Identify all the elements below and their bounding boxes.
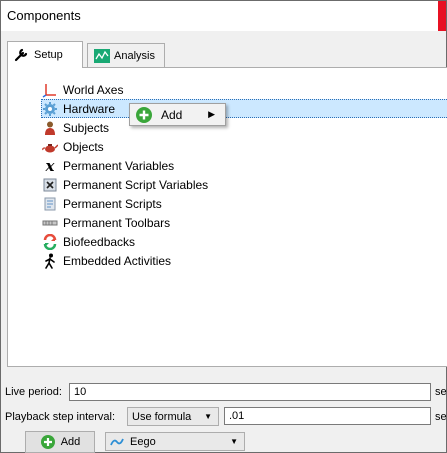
playback-mode-value: Use formula xyxy=(132,410,192,423)
live-period-input[interactable]: 10 xyxy=(69,383,431,401)
setup-panel: World Axes Hardware Subjects Objects x P… xyxy=(7,67,447,367)
playback-mode-select[interactable]: Use formula ▼ xyxy=(127,407,219,426)
tree-item-objects[interactable]: Objects xyxy=(42,137,208,156)
tree-item-label: Subjects xyxy=(63,120,110,135)
script-variable-icon xyxy=(42,177,58,193)
tab-setup[interactable]: Setup xyxy=(7,41,83,68)
chevron-down-icon: ▼ xyxy=(204,412,212,421)
live-period-label: Live period: xyxy=(5,386,62,398)
gear-icon xyxy=(42,101,58,117)
x-variable-icon: x xyxy=(45,156,55,175)
playback-step-input[interactable]: .01 xyxy=(224,407,431,425)
person-icon xyxy=(42,120,58,136)
tree-item-permanent-script-variables[interactable]: Permanent Script Variables xyxy=(42,175,208,194)
axes-icon xyxy=(42,82,58,98)
add-button[interactable]: Add xyxy=(25,431,95,453)
tree-item-label: Hardware xyxy=(63,101,116,116)
script-icon xyxy=(42,196,58,212)
chart-icon xyxy=(94,48,110,63)
submenu-arrow-icon: ▶ xyxy=(208,109,215,119)
teapot-icon xyxy=(42,139,58,155)
playback-step-label: Playback step interval: xyxy=(5,411,116,423)
tree-item-label: Embedded Activities xyxy=(63,253,172,268)
tree-item-permanent-variables[interactable]: x Permanent Variables xyxy=(42,156,208,175)
playback-step-unit: se xyxy=(435,411,447,423)
window-title: Components xyxy=(7,8,81,23)
tree-item-world-axes[interactable]: World Axes xyxy=(42,80,208,99)
tree-item-embedded-activities[interactable]: Embedded Activities xyxy=(42,251,208,270)
tree-item-label: Permanent Scripts xyxy=(63,196,162,211)
tab-analysis[interactable]: Analysis xyxy=(87,43,165,67)
tree-item-label: Permanent Toolbars xyxy=(63,215,171,230)
components-window: Components Setup Analysis World Axes Har… xyxy=(0,0,447,453)
tree-item-permanent-toolbars[interactable]: Permanent Toolbars xyxy=(42,213,208,232)
tree-item-label: Objects xyxy=(63,139,104,154)
walking-person-icon xyxy=(42,253,58,269)
context-menu: Add ▶ xyxy=(129,103,226,126)
biofeedback-icon xyxy=(42,233,58,250)
close-button[interactable] xyxy=(438,1,446,31)
live-period-unit: se xyxy=(435,386,447,398)
add-icon xyxy=(135,106,153,124)
tree-item-label: Biofeedbacks xyxy=(63,234,136,249)
add-button-label: Add xyxy=(60,436,81,448)
device-select-value: Eego xyxy=(130,435,156,448)
wrench-icon xyxy=(14,48,30,62)
context-menu-add-item[interactable]: Add xyxy=(161,108,182,122)
chevron-down-icon: ▼ xyxy=(230,437,238,446)
title-bar: Components xyxy=(1,1,446,31)
add-icon xyxy=(40,434,56,450)
tab-setup-label: Setup xyxy=(34,49,63,61)
tab-analysis-label: Analysis xyxy=(114,49,155,62)
toolbar-icon xyxy=(42,215,58,231)
tree-item-label: Permanent Script Variables xyxy=(63,177,209,192)
device-select[interactable]: Eego ▼ xyxy=(105,432,245,451)
device-icon xyxy=(110,436,124,448)
tree-item-label: Permanent Variables xyxy=(63,158,175,173)
tree-item-label: World Axes xyxy=(63,82,124,97)
tree-item-biofeedbacks[interactable]: Biofeedbacks xyxy=(42,232,208,251)
tree-item-permanent-scripts[interactable]: Permanent Scripts xyxy=(42,194,208,213)
